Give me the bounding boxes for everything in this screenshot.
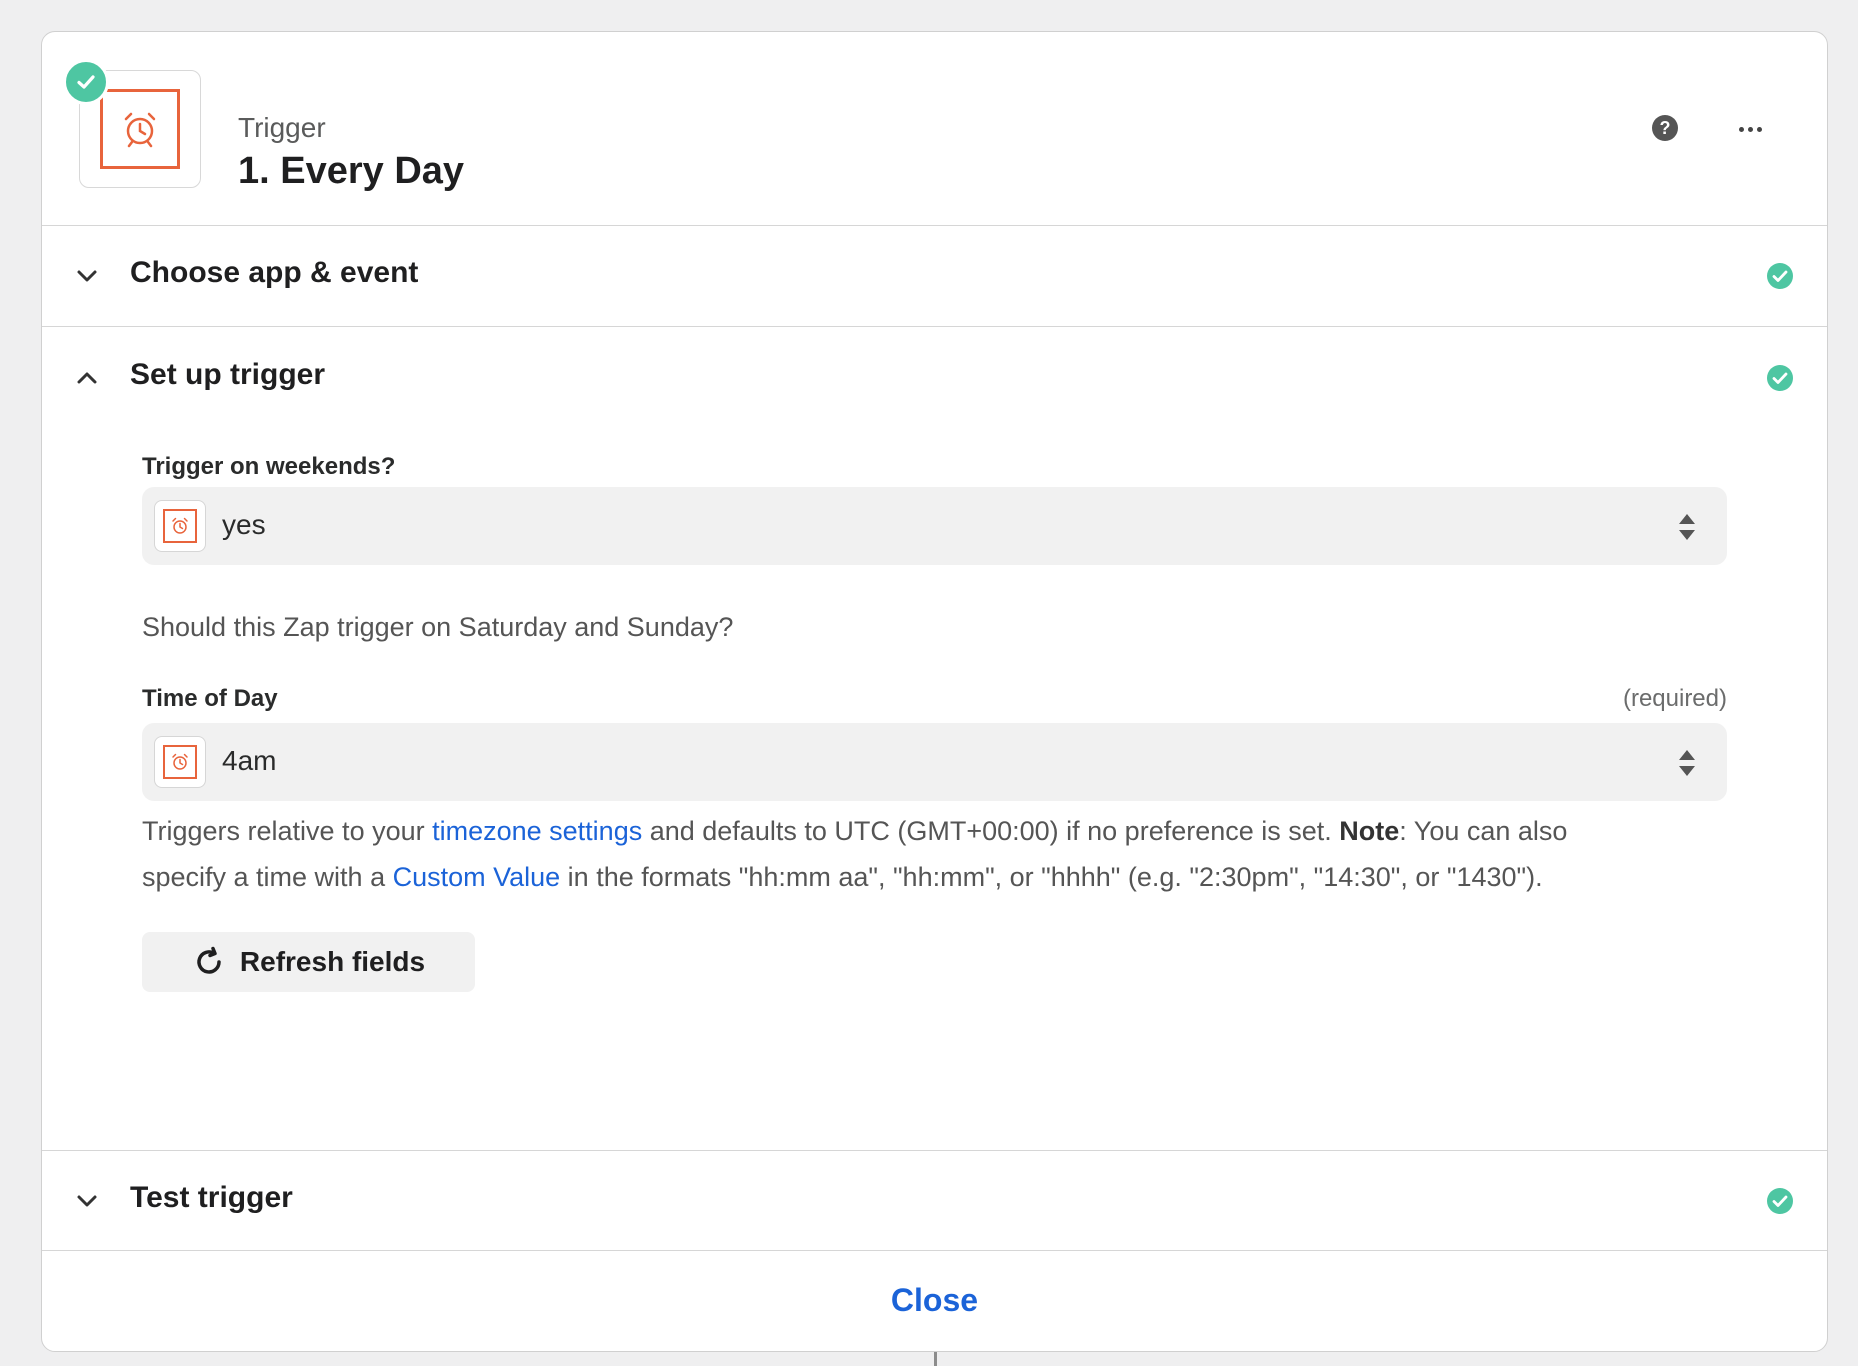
weekends-help: Should this Zap trigger on Saturday and … <box>142 612 734 642</box>
step-title[interactable]: 1. Every Day <box>238 150 464 193</box>
timezone-settings-link[interactable]: timezone settings <box>432 816 642 846</box>
step-connector-line <box>934 1350 937 1366</box>
time-select[interactable]: 4am <box>142 723 1727 801</box>
check-circle-icon <box>1767 365 1793 391</box>
sort-arrows-icon <box>1679 514 1695 540</box>
weekends-value: yes <box>222 509 266 540</box>
time-value: 4am <box>222 745 277 776</box>
question-circle-icon[interactable]: ? <box>1650 113 1680 143</box>
app-tile <box>154 736 206 788</box>
ellipsis-icon[interactable] <box>1733 114 1767 144</box>
section-title: Choose app & event <box>130 256 419 289</box>
section-title: Test trigger <box>130 1181 293 1214</box>
check-circle-icon <box>1767 1188 1793 1214</box>
check-circle-icon <box>63 59 109 105</box>
chevron-up-icon <box>77 372 97 384</box>
weekends-select[interactable]: yes <box>142 487 1727 565</box>
section-choose-app-event[interactable]: Choose app & event <box>42 226 1827 327</box>
custom-value-link[interactable]: Custom Value <box>393 862 561 892</box>
check-circle-icon <box>1767 263 1793 289</box>
refresh-label: Refresh fields <box>239 946 426 977</box>
step-header[interactable]: Trigger 1. Every Day ? <box>42 32 1827 226</box>
weekends-label: Trigger on weekends? <box>142 453 396 480</box>
chevron-down-icon <box>77 270 97 282</box>
sort-arrows-icon <box>1679 750 1695 776</box>
alarm-clock-icon <box>163 509 197 543</box>
refresh-icon <box>197 946 221 974</box>
trigger-step-card: Trigger 1. Every Day ? Choose app & even… <box>41 31 1828 1352</box>
section-test-trigger[interactable]: Test trigger <box>42 1150 1827 1251</box>
card-footer: Close <box>42 1252 1827 1351</box>
required-indicator: (required) <box>1622 685 1727 712</box>
alarm-clock-icon <box>163 745 197 779</box>
section-set-up-trigger[interactable]: Set up trigger <box>42 328 1827 429</box>
close-button[interactable]: Close <box>42 1282 1827 1319</box>
time-help: Triggers relative to your timezone setti… <box>142 816 1568 892</box>
alarm-clock-icon <box>100 89 180 169</box>
section-title: Set up trigger <box>130 358 326 391</box>
chevron-down-icon <box>77 1195 97 1207</box>
svg-text:?: ? <box>1660 118 1671 138</box>
app-tile <box>154 500 206 552</box>
time-label: Time of Day <box>142 685 278 712</box>
step-kicker: Trigger <box>238 112 326 143</box>
refresh-fields-button[interactable]: Refresh fields <box>142 932 475 992</box>
